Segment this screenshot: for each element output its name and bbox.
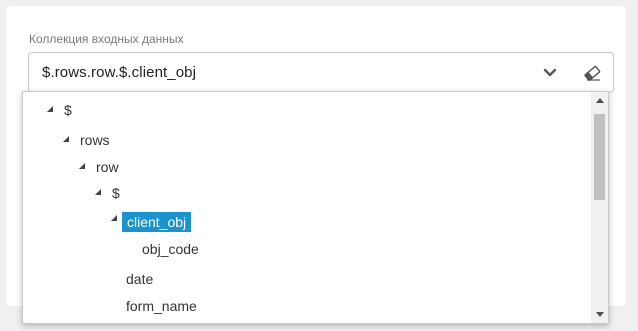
triangle-expanded-icon[interactable] <box>45 104 55 114</box>
selected-path-value: $.rows.row.$.client_obj <box>42 64 197 81</box>
scroll-up-arrow-icon[interactable] <box>591 92 608 109</box>
eraser-icon[interactable] <box>582 64 602 82</box>
scrollbar-thumb[interactable] <box>594 114 605 200</box>
tree-node-label[interactable]: $ <box>107 183 125 203</box>
triangle-expanded-icon[interactable] <box>93 187 103 197</box>
tree-node-client-obj[interactable]: client_obj <box>109 210 192 234</box>
tree-node-label[interactable]: $ <box>59 100 77 120</box>
tree-node-rows[interactable]: rows <box>61 128 115 152</box>
tree-node-label[interactable]: date <box>121 269 158 289</box>
tree-node-dollar[interactable]: $ <box>93 181 125 205</box>
tree-node-root[interactable]: $ <box>45 98 77 122</box>
tree-node-obj-code[interactable]: obj_code <box>137 237 204 261</box>
tree-node-label[interactable]: rows <box>75 130 115 150</box>
tree-node-label-selected[interactable]: client_obj <box>122 212 192 232</box>
tree-node-date[interactable]: date <box>121 267 158 291</box>
scroll-down-arrow-icon[interactable] <box>591 306 608 323</box>
tree-node-label[interactable]: row <box>91 157 124 177</box>
triangle-expanded-icon[interactable] <box>109 213 119 223</box>
vertical-scrollbar[interactable] <box>591 92 608 323</box>
tree-dropdown[interactable]: $ rows row $ client_obj obj_code date fo… <box>22 91 609 324</box>
chevron-down-icon[interactable] <box>541 65 559 81</box>
tree-node-label[interactable]: obj_code <box>137 239 204 259</box>
tree-node-label[interactable]: form_name <box>121 296 202 316</box>
input-collection-select[interactable]: $.rows.row.$.client_obj <box>28 52 614 93</box>
tree-node-row[interactable]: row <box>77 155 124 179</box>
triangle-expanded-icon[interactable] <box>77 161 87 171</box>
field-label: Коллекция входных данных <box>29 32 184 46</box>
tree-node-form-name[interactable]: form_name <box>121 294 202 318</box>
triangle-expanded-icon[interactable] <box>61 134 71 144</box>
